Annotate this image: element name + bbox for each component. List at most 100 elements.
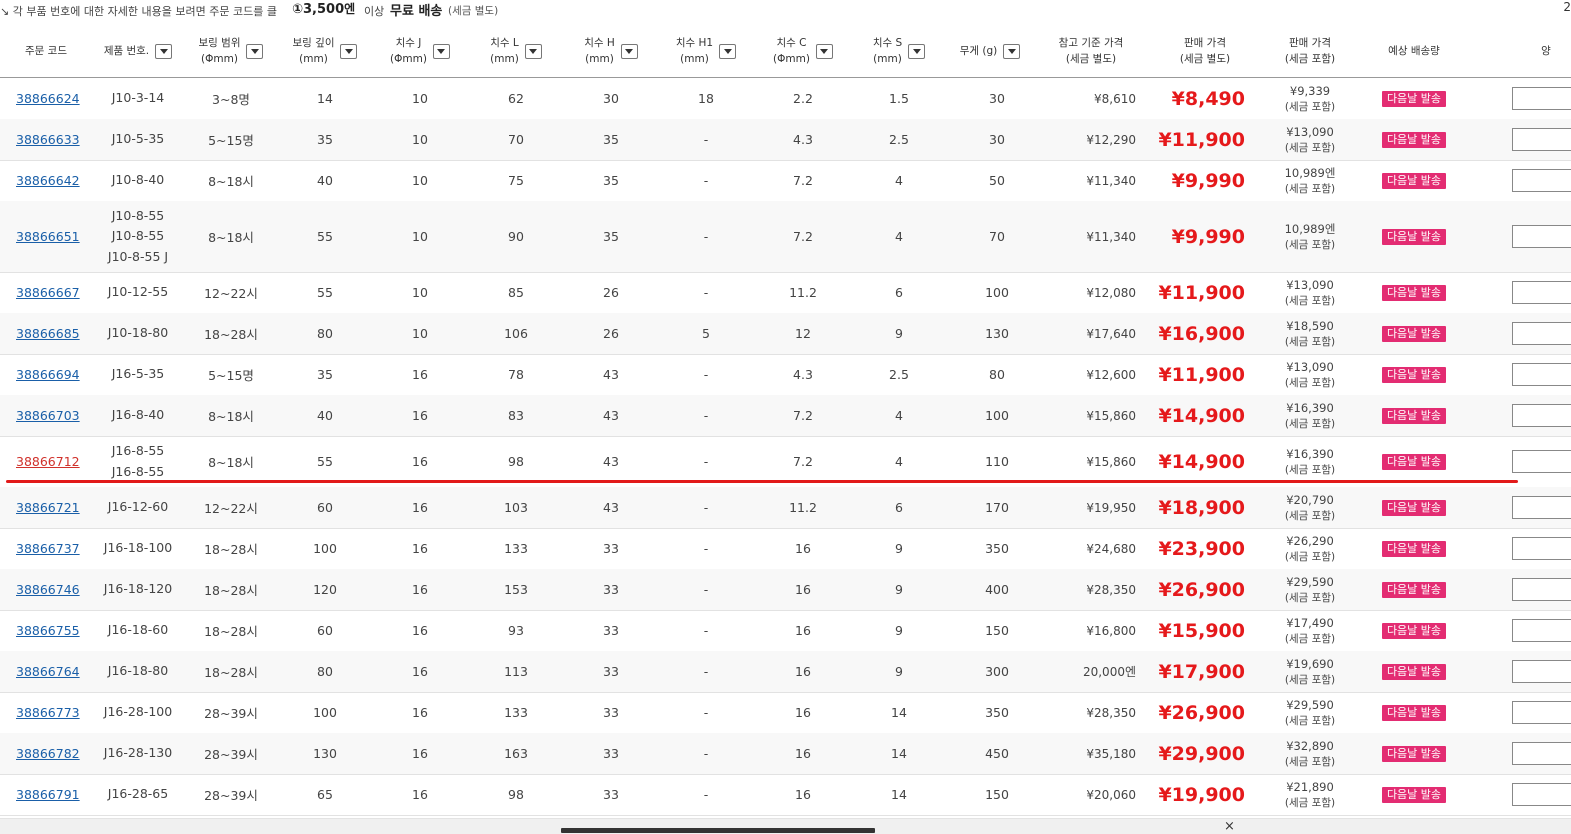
weight-value: 170 bbox=[985, 500, 1009, 515]
weight-value: 50 bbox=[989, 173, 1005, 188]
order-code-link[interactable]: 38866694 bbox=[16, 354, 92, 395]
c-value: 16 bbox=[795, 705, 811, 720]
order-code-link[interactable]: 38866667 bbox=[16, 272, 92, 313]
product-number-line: J16-8-55 bbox=[111, 463, 165, 479]
quantity-input[interactable] bbox=[1512, 169, 1571, 192]
quantity-input[interactable] bbox=[1512, 578, 1571, 601]
tax-included-note: (세금 포함) bbox=[1284, 714, 1336, 727]
quantity-input[interactable] bbox=[1512, 281, 1571, 304]
h1-value: - bbox=[703, 664, 709, 679]
weight-filter-dropdown-icon[interactable] bbox=[1003, 43, 1021, 59]
boring-range-value: 18~28시 bbox=[204, 624, 258, 639]
order-code-link[interactable]: 38866782 bbox=[16, 733, 92, 774]
quantity-input[interactable] bbox=[1512, 363, 1571, 386]
close-icon[interactable]: × bbox=[1224, 820, 1235, 833]
depth-value: 14 bbox=[317, 91, 333, 106]
quantity-input[interactable] bbox=[1512, 87, 1571, 110]
quantity-input[interactable] bbox=[1512, 537, 1571, 560]
quantity-input[interactable] bbox=[1512, 619, 1571, 642]
ref-price-value: ¥28,350 bbox=[1086, 705, 1136, 720]
order-code-link[interactable]: 38866721 bbox=[16, 487, 92, 528]
sale-price-tax-included: ¥29,590 (세금 포함) bbox=[1262, 569, 1358, 610]
dim-l-filter-dropdown-icon[interactable] bbox=[524, 43, 542, 59]
l-value: 153 bbox=[504, 582, 528, 597]
product-number: J16-18-80 bbox=[92, 651, 184, 692]
order-code-link[interactable]: 38866642 bbox=[16, 160, 92, 201]
sale-price-value: ¥26,900 bbox=[1158, 701, 1245, 724]
horizontal-scrollbar[interactable] bbox=[561, 828, 875, 833]
h1-value: - bbox=[703, 229, 709, 244]
boring-range-value: 18~28시 bbox=[204, 665, 258, 680]
c-value: 7.2 bbox=[793, 173, 813, 188]
table-row: 38866651 J10-8-55 J10-8-55 J10-8-55 J 8~18시 5… bbox=[0, 201, 1571, 273]
quantity-input[interactable] bbox=[1512, 404, 1571, 427]
depth-value: 60 bbox=[317, 623, 333, 638]
quantity-input[interactable] bbox=[1512, 742, 1571, 765]
tax-included-note: (세금 포함) bbox=[1284, 755, 1336, 768]
quantity-input[interactable] bbox=[1512, 701, 1571, 724]
table-row: 38866633 J10-5-35 5~15명 35 10 70 35 - 4.3 2.5 30 ¥1… bbox=[0, 119, 1571, 161]
h-value: 33 bbox=[603, 787, 619, 802]
quantity-input[interactable] bbox=[1512, 128, 1571, 151]
tax-included-amount: ¥16,390 bbox=[1286, 446, 1334, 461]
s-value: 6 bbox=[895, 285, 903, 300]
next-day-shipping-badge: 다음날 발송 bbox=[1381, 453, 1447, 470]
dim-h-filter-dropdown-icon[interactable] bbox=[620, 43, 638, 59]
order-code-link[interactable]: 38866773 bbox=[16, 692, 92, 733]
weight-value: 130 bbox=[985, 326, 1009, 341]
boring-range-value: 12~22시 bbox=[204, 286, 258, 301]
weight-value: 350 bbox=[985, 705, 1009, 720]
j-value: 16 bbox=[412, 541, 428, 556]
product-number: J16-28-100 bbox=[92, 692, 184, 733]
s-value: 14 bbox=[891, 787, 907, 802]
shipping-estimate: 다음날 발송 bbox=[1358, 354, 1470, 395]
order-code-link[interactable]: 38866737 bbox=[16, 528, 92, 569]
dim-c-filter-dropdown-icon[interactable] bbox=[815, 43, 833, 59]
h1-value: 5 bbox=[702, 326, 710, 341]
tax-included-note: (세금 포함) bbox=[1284, 509, 1336, 522]
dim-s-filter-dropdown-icon[interactable] bbox=[908, 43, 926, 59]
boring-depth-filter-dropdown-icon[interactable] bbox=[340, 43, 358, 59]
dim-h1-filter-dropdown-icon[interactable] bbox=[719, 43, 737, 59]
depth-value: 120 bbox=[313, 582, 337, 597]
tax-included-note: (세금 포함) bbox=[1284, 335, 1336, 348]
h-value: 30 bbox=[603, 91, 619, 106]
order-code-link[interactable]: 38866755 bbox=[16, 610, 92, 651]
tax-included-amount: ¥19,690 bbox=[1286, 656, 1334, 671]
order-code-link[interactable]: 38866746 bbox=[16, 569, 92, 610]
sale-price-tax-included: ¥19,690 (세금 포함) bbox=[1262, 651, 1358, 692]
table-row: 38866755 J16-18-60 18~28시 60 16 93 33 - 16 9 150 ¥1… bbox=[0, 610, 1571, 652]
ref-price-value: ¥12,080 bbox=[1086, 285, 1136, 300]
order-code-link[interactable]: 38866791 bbox=[16, 774, 92, 815]
quantity-input[interactable] bbox=[1512, 660, 1571, 683]
sale-price-tax-included: ¥17,490 (세금 포함) bbox=[1262, 610, 1358, 651]
j-value: 10 bbox=[412, 91, 428, 106]
order-code-link[interactable]: 38866624 bbox=[16, 78, 92, 119]
order-code-link[interactable]: 38866633 bbox=[16, 119, 92, 160]
quantity-input[interactable] bbox=[1512, 496, 1571, 519]
c-value: 4.3 bbox=[793, 367, 813, 382]
tax-included-note: (세금 포함) bbox=[1284, 141, 1336, 154]
weight-value: 150 bbox=[985, 787, 1009, 802]
boring-range-value: 18~28시 bbox=[204, 542, 258, 557]
product-no-filter-dropdown-icon[interactable] bbox=[155, 43, 173, 59]
ref-price-value: ¥17,640 bbox=[1086, 326, 1136, 341]
weight-value: 30 bbox=[989, 132, 1005, 147]
quantity-input[interactable] bbox=[1512, 322, 1571, 345]
order-code-link[interactable]: 38866651 bbox=[16, 201, 92, 272]
dim-j-filter-dropdown-icon[interactable] bbox=[432, 43, 450, 59]
header-ship: 예상 배송량 bbox=[1388, 45, 1440, 57]
header-dim-c: 치수 C (Φmm) bbox=[754, 25, 852, 77]
header-product-no: 제품 번호. bbox=[92, 25, 184, 77]
boring-range-filter-dropdown-icon[interactable] bbox=[246, 43, 264, 59]
s-value: 4 bbox=[895, 408, 903, 423]
order-code-link[interactable]: 38866764 bbox=[16, 651, 92, 692]
header-ref-price: 참고 기준 가격 (세금 별도) bbox=[1058, 37, 1124, 65]
j-value: 16 bbox=[412, 582, 428, 597]
quantity-input[interactable] bbox=[1512, 783, 1571, 806]
order-code-link[interactable]: 38866685 bbox=[16, 313, 92, 354]
product-number-line: J16-28-100 bbox=[103, 704, 173, 720]
quantity-input[interactable] bbox=[1512, 225, 1571, 248]
quantity-input[interactable] bbox=[1512, 450, 1571, 473]
order-code-link[interactable]: 38866703 bbox=[16, 395, 92, 436]
